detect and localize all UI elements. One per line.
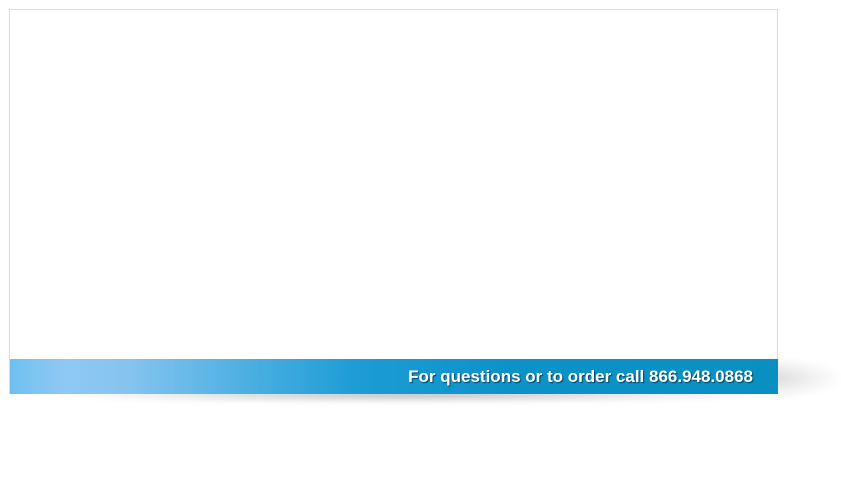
content-panel xyxy=(9,9,778,394)
page: For questions or to order call 866.948.0… xyxy=(0,0,841,481)
content-area xyxy=(10,10,777,359)
order-phone-text: For questions or to order call 866.948.0… xyxy=(408,366,753,386)
order-banner: For questions or to order call 866.948.0… xyxy=(10,359,778,394)
side-shadow xyxy=(770,358,840,398)
